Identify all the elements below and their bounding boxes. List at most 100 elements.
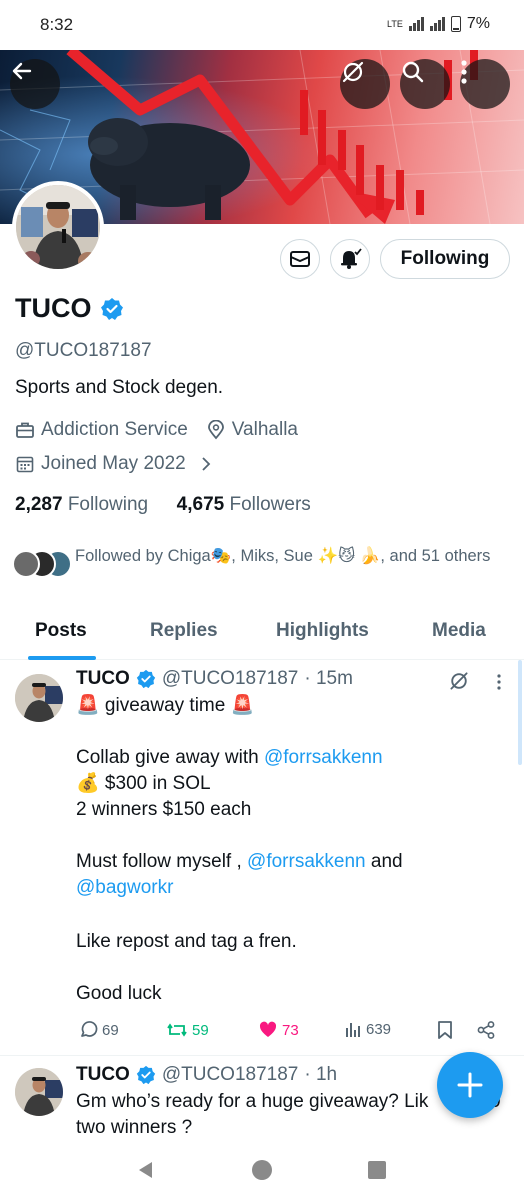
post-actions: 69 59 73 639 bbox=[76, 1018, 506, 1044]
mail-icon bbox=[290, 251, 310, 267]
mention-link[interactable]: @forrsakkenn bbox=[264, 747, 383, 768]
share-button[interactable] bbox=[476, 1020, 496, 1040]
post-line: 🚨 giveaway time 🚨 bbox=[76, 695, 255, 716]
post-text: Must follow myself , bbox=[76, 851, 248, 872]
nav-recents-icon[interactable] bbox=[367, 1160, 387, 1180]
bell-icon bbox=[341, 248, 362, 269]
like-count: 73 bbox=[282, 1021, 299, 1039]
arrow-left-icon bbox=[12, 62, 32, 80]
post-avatar[interactable] bbox=[15, 674, 63, 722]
profile-avatar[interactable] bbox=[12, 181, 104, 273]
post-line: two winners ? bbox=[76, 1117, 193, 1138]
following-label: Following bbox=[67, 494, 149, 515]
profile-name: TUCO bbox=[15, 293, 92, 323]
views-count: 639 bbox=[366, 1020, 392, 1038]
reply-icon bbox=[81, 1021, 98, 1037]
post-line: Good luck bbox=[76, 983, 162, 1004]
more-vertical-icon[interactable] bbox=[496, 673, 502, 691]
post-handle[interactable]: @TUCO187187 bbox=[162, 1064, 299, 1086]
share-icon bbox=[477, 1021, 495, 1039]
signal-icon bbox=[408, 17, 424, 31]
status-bar: 8:32 LTE 7% bbox=[0, 0, 524, 50]
followers-label: Followers bbox=[229, 494, 311, 515]
verified-badge-icon bbox=[136, 669, 155, 689]
like-button[interactable]: 73 bbox=[258, 1020, 299, 1040]
briefcase-icon bbox=[16, 422, 34, 438]
nav-home-icon[interactable] bbox=[251, 1159, 273, 1181]
repost-count: 59 bbox=[192, 1021, 209, 1039]
post-line: Like repost and tag a fren. bbox=[76, 931, 297, 952]
post-text: and bbox=[365, 851, 403, 872]
tab-highlights[interactable]: Highlights bbox=[276, 620, 369, 642]
mention-link[interactable]: @forrsakkenn bbox=[247, 851, 366, 872]
post-author[interactable]: TUCO bbox=[76, 668, 130, 690]
battery-icon bbox=[450, 16, 461, 32]
follower-avatar-1 bbox=[12, 550, 40, 578]
reply-button[interactable]: 69 bbox=[78, 1020, 119, 1040]
post-time: · 15m bbox=[304, 668, 353, 689]
compose-button[interactable] bbox=[437, 1052, 503, 1118]
more-button[interactable] bbox=[460, 59, 510, 109]
post-line: 💰 $300 in SOL bbox=[76, 773, 211, 794]
status-time: 8:32 bbox=[40, 15, 74, 34]
grok-icon[interactable] bbox=[448, 670, 470, 692]
profile-tabs: Posts Replies Highlights Media bbox=[0, 610, 524, 660]
verified-badge-icon bbox=[136, 1065, 155, 1085]
bookmark-button[interactable] bbox=[436, 1020, 454, 1040]
profile-name-row: TUCO bbox=[15, 293, 124, 324]
system-nav-bar bbox=[0, 1145, 524, 1200]
avatar-image bbox=[15, 1068, 63, 1116]
back-button[interactable] bbox=[10, 59, 60, 109]
chevron-right-icon bbox=[202, 457, 210, 471]
grok-button[interactable] bbox=[340, 59, 390, 109]
post-header: TUCO @TUCO187187 · 1h bbox=[76, 1064, 337, 1086]
search-button[interactable] bbox=[400, 59, 450, 109]
calendar-icon bbox=[16, 456, 34, 473]
post-text: Gm who’s ready for a huge giveaway? Lik bbox=[76, 1091, 429, 1112]
nav-back-icon[interactable] bbox=[136, 1160, 156, 1180]
avatar-image bbox=[15, 674, 63, 722]
post-handle[interactable]: @TUCO187187 bbox=[162, 668, 299, 690]
bookmark-icon bbox=[438, 1021, 452, 1039]
profile-category: Addiction Service bbox=[41, 419, 188, 440]
post-line: Must follow myself , @forrsakkenn and bbox=[76, 849, 506, 875]
followers-count: 4,675 bbox=[176, 494, 225, 515]
search-icon bbox=[402, 61, 424, 83]
signal-icon-2 bbox=[429, 17, 445, 31]
verified-badge-icon[interactable] bbox=[100, 297, 124, 321]
repost-button[interactable]: 59 bbox=[166, 1020, 209, 1040]
location-pin-icon bbox=[207, 420, 224, 440]
message-button[interactable] bbox=[280, 239, 320, 279]
avatar-image bbox=[16, 185, 100, 269]
tab-posts[interactable]: Posts bbox=[35, 620, 87, 642]
heart-icon bbox=[259, 1021, 277, 1037]
profile-joined-row[interactable]: Joined May 2022 bbox=[15, 453, 214, 475]
battery-percent: 7% bbox=[466, 15, 490, 32]
tab-media[interactable]: Media bbox=[432, 620, 486, 642]
views-button[interactable]: 639 bbox=[344, 1020, 391, 1038]
network-label: LTE bbox=[387, 18, 403, 29]
repost-icon bbox=[167, 1023, 187, 1037]
post-line: @bagworkr bbox=[76, 875, 506, 901]
profile-bio: Sports and Stock degen. bbox=[15, 377, 224, 398]
plus-icon bbox=[457, 1072, 483, 1098]
post-item[interactable]: TUCO @TUCO187187 · 15m 🚨 giveaway time 🚨… bbox=[0, 660, 524, 1055]
following-button[interactable]: Following bbox=[380, 239, 510, 279]
followed-by-text[interactable]: Followed by Chiga🎭, Miks, Sue ✨😼 🍌, and … bbox=[75, 544, 495, 568]
profile-stats: 2,287 Following 4,675 Followers bbox=[15, 494, 311, 516]
post-avatar[interactable] bbox=[15, 1068, 63, 1116]
followers-stat[interactable]: 4,675 Followers bbox=[177, 494, 311, 515]
mention-link[interactable]: @bagworkr bbox=[76, 877, 173, 898]
profile-handle: @TUCO187187 bbox=[15, 340, 152, 361]
profile-joined: Joined May 2022 bbox=[41, 453, 186, 474]
following-stat[interactable]: 2,287 Following bbox=[15, 494, 148, 515]
profile-location: Valhalla bbox=[231, 419, 298, 440]
notifications-button[interactable] bbox=[330, 239, 370, 279]
post-time: · 1h bbox=[304, 1064, 338, 1085]
views-icon bbox=[346, 1023, 360, 1037]
tab-replies[interactable]: Replies bbox=[150, 620, 218, 642]
post-line: 2 winners $150 each bbox=[76, 799, 252, 820]
status-indicators: LTE 7% bbox=[387, 15, 490, 33]
post-author[interactable]: TUCO bbox=[76, 1064, 130, 1086]
more-vertical-icon bbox=[461, 60, 467, 84]
